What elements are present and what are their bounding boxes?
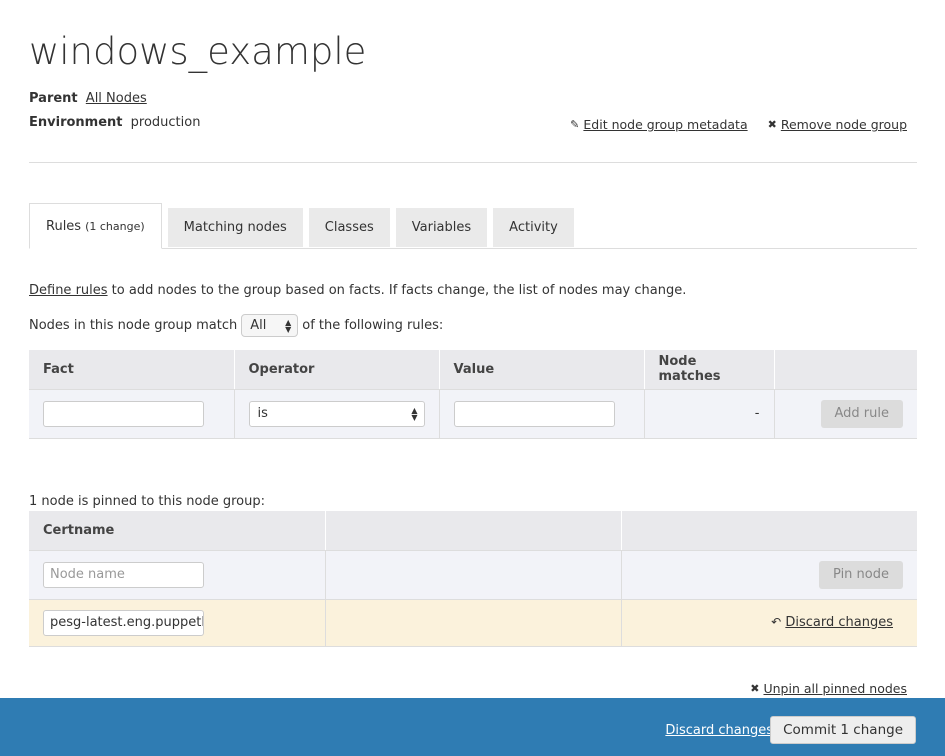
pin-node-button[interactable]: Pin node	[819, 560, 903, 589]
column-header-certname: Certname	[29, 511, 326, 551]
match-line: Nodes in this node group match All ▲ ▼ of…	[29, 314, 443, 337]
tab-label: Activity	[509, 220, 558, 235]
fact-input[interactable]	[43, 400, 204, 427]
parent-link[interactable]: All Nodes	[86, 91, 147, 106]
edit-metadata-label[interactable]: Edit node group metadata	[583, 117, 747, 132]
x-icon: ✖	[750, 682, 760, 695]
edit-metadata-link[interactable]: ✎ Edit node group metadata	[570, 117, 747, 132]
rules-intro: Define rules to add nodes to the group b…	[29, 283, 686, 298]
environment-value: production	[130, 115, 201, 130]
column-header-value: Value	[439, 350, 645, 390]
environment-label: Environment	[29, 115, 123, 130]
updown-icon: ▲ ▼	[411, 405, 418, 422]
match-mode-select[interactable]: All ▲ ▼	[241, 314, 299, 337]
commit-footer: Discard changes Commit 1 change	[0, 698, 945, 756]
tab-rules[interactable]: Rules (1 change)	[29, 203, 162, 249]
tab-variables[interactable]: Variables	[395, 208, 488, 247]
discard-row-changes-link[interactable]: ↶ Discard changes	[771, 615, 893, 630]
discard-changes-button[interactable]: Discard changes	[665, 723, 773, 738]
tab-label: Rules	[46, 218, 82, 234]
pinned-table: Certname Node name Pin node pesg-latest.…	[29, 511, 917, 647]
header-actions: ✎ Edit node group metadata ✖ Remove node…	[570, 117, 907, 132]
tab-change-badge: (1 change)	[85, 219, 145, 233]
discard-row-changes-label[interactable]: Discard changes	[785, 615, 893, 630]
match-suffix: of the following rules:	[302, 318, 444, 333]
column-header-node-matches: Node matches	[644, 350, 775, 390]
column-header-fact: Fact	[29, 350, 235, 390]
remove-group-label[interactable]: Remove node group	[781, 117, 907, 132]
certname-field[interactable]: pesg-latest.eng.puppetla	[43, 609, 204, 636]
undo-icon: ↶	[771, 615, 782, 629]
match-prefix: Nodes in this node group match	[29, 318, 238, 333]
x-icon: ✖	[767, 118, 777, 131]
pencil-icon: ✎	[570, 118, 580, 131]
tab-activity[interactable]: Activity	[493, 208, 574, 247]
parent-info: Parent All Nodes	[29, 91, 147, 106]
column-header-empty	[621, 511, 917, 551]
column-header-operator: Operator	[234, 350, 440, 390]
column-header-empty	[325, 511, 622, 551]
unpin-all-link[interactable]: ✖ Unpin all pinned nodes	[750, 681, 907, 696]
column-header-actions	[774, 350, 917, 390]
tab-label: Classes	[324, 220, 374, 235]
tab-label: Variables	[411, 220, 472, 235]
environment-info: Environment production	[29, 115, 200, 130]
header-divider	[29, 162, 917, 163]
parent-label: Parent	[29, 91, 78, 106]
table-row: pesg-latest.eng.puppetla ↶ Discard chang…	[29, 599, 917, 647]
value-input[interactable]	[453, 400, 615, 427]
updown-icon: ▲ ▼	[285, 317, 292, 334]
tab-label: Matching nodes	[183, 220, 287, 235]
add-rule-button[interactable]: Add rule	[820, 399, 903, 428]
node-name-input[interactable]: Node name	[43, 561, 204, 588]
page-title: windows_example	[29, 30, 367, 73]
tab-bar: Rules (1 change) Matching nodes Classes …	[29, 203, 917, 249]
rules-header-row: Fact Operator Value Node matches	[29, 350, 917, 390]
commit-button[interactable]: Commit 1 change	[770, 716, 916, 744]
rules-table: Fact Operator Value Node matches is ▲ ▼ -	[29, 350, 917, 439]
tab-classes[interactable]: Classes	[308, 208, 390, 247]
pinned-summary: 1 node is pinned to this node group:	[29, 494, 265, 509]
operator-value: is	[257, 406, 268, 421]
tab-matching-nodes[interactable]: Matching nodes	[167, 208, 303, 247]
new-rule-row: is ▲ ▼ - Add rule	[29, 389, 917, 439]
match-mode-value: All	[250, 318, 267, 333]
operator-select[interactable]: is ▲ ▼	[248, 400, 425, 427]
pin-node-row: Node name Pin node	[29, 550, 917, 600]
rules-intro-text: to add nodes to the group based on facts…	[107, 283, 687, 298]
define-rules-link[interactable]: Define rules	[29, 283, 108, 298]
pinned-header-row: Certname	[29, 511, 917, 551]
node-matches-value: -	[754, 406, 760, 421]
remove-group-link[interactable]: ✖ Remove node group	[768, 117, 907, 132]
unpin-all-label[interactable]: Unpin all pinned nodes	[763, 681, 907, 696]
